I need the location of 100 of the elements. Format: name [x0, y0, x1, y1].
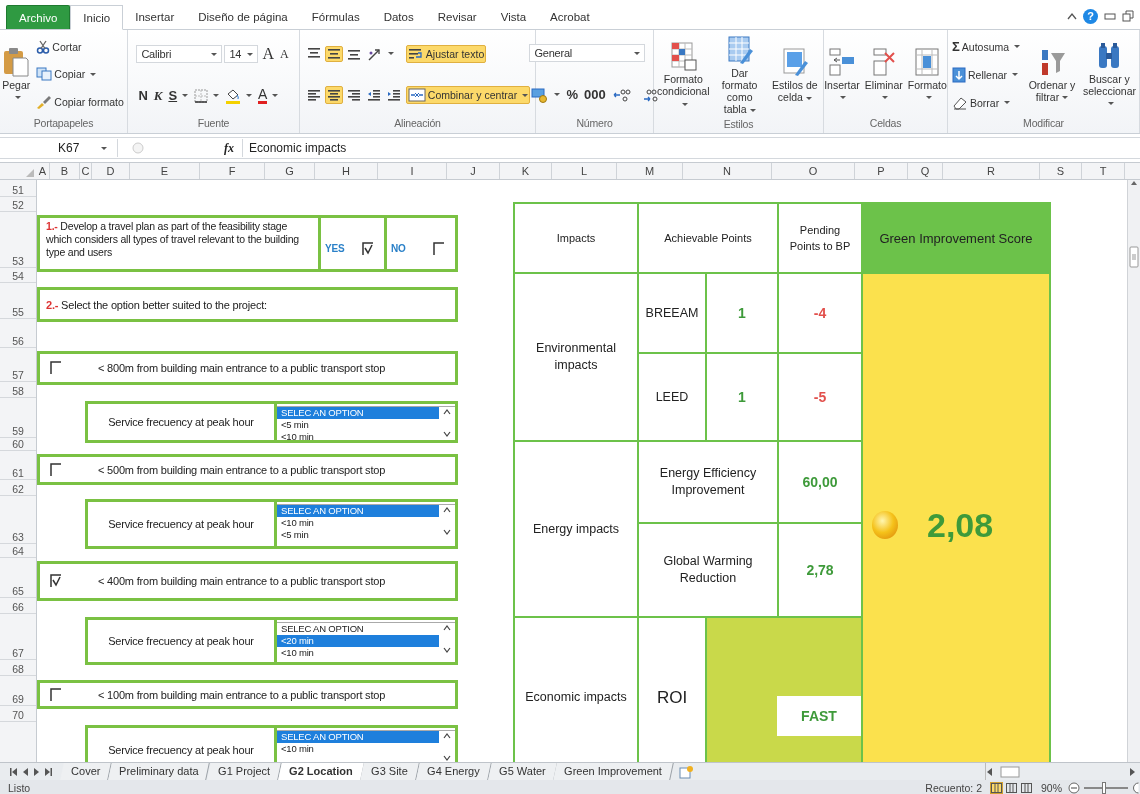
font-color-button[interactable]: A: [256, 85, 281, 106]
ribbon-tab[interactable]: Vista: [488, 5, 539, 29]
sheet-tab[interactable]: G5 Water: [487, 763, 558, 780]
toolbar-button[interactable]: Ajustar texto: [405, 44, 487, 63]
column-header[interactable]: F: [200, 163, 265, 179]
column-header[interactable]: R: [943, 163, 1040, 179]
underline-button[interactable]: S: [166, 86, 191, 106]
row-header[interactable]: 52: [12, 200, 24, 211]
dropdown-field[interactable]: 14: [224, 45, 259, 64]
column-header[interactable]: T: [1082, 163, 1125, 179]
sheet-tab[interactable]: G3 Site: [360, 763, 420, 780]
ribbon-button[interactable]: Copiar: [34, 65, 99, 84]
name-box[interactable]: K67: [0, 139, 118, 157]
ribbon-button[interactable]: Cortar: [34, 37, 84, 56]
sheet-tab[interactable]: G2 Location: [278, 763, 365, 780]
row-header[interactable]: 55: [12, 307, 24, 318]
row-header[interactable]: 59: [12, 426, 24, 437]
sheet-tab[interactable]: Green Improvement: [553, 763, 674, 780]
sheet-tab[interactable]: Cover: [60, 763, 113, 780]
row-header[interactable]: 69: [12, 694, 24, 705]
list-box[interactable]: SELEC AN OPTION <5 min <10 min: [277, 406, 455, 440]
column-header[interactable]: Q: [908, 163, 943, 179]
list-item[interactable]: <5 min: [277, 529, 439, 541]
ribbon-tab[interactable]: Insertar: [123, 5, 187, 29]
column-header[interactable]: I: [378, 163, 447, 179]
ribbon-tab[interactable]: Revisar: [425, 5, 489, 29]
list-item[interactable]: <20 min: [277, 635, 439, 647]
column-header[interactable]: B: [50, 163, 80, 179]
toolbar-button[interactable]: Combinar y centrar: [405, 86, 531, 105]
row-header[interactable]: 56: [12, 336, 24, 347]
ribbon-button[interactable]: Pegar: [1, 45, 32, 104]
formula-field[interactable]: Economic impacts: [242, 139, 1140, 157]
bold-button[interactable]: N: [136, 86, 150, 106]
ribbon-tab[interactable]: Archivo: [6, 5, 71, 29]
ribbon-button[interactable]: Copiar formato: [34, 93, 126, 112]
row-header[interactable]: 60: [12, 439, 24, 450]
column-header[interactable]: M: [617, 163, 683, 179]
list-box[interactable]: SELEC AN OPTION <10 min: [277, 730, 455, 762]
ribbon-button[interactable]: Ordenar y filtrar: [1025, 45, 1079, 104]
row-header[interactable]: 64: [12, 546, 24, 557]
ribbon-tab[interactable]: Fórmulas: [299, 5, 372, 29]
sheet-tab[interactable]: G1 Project: [207, 763, 282, 780]
row-header[interactable]: 67: [12, 648, 24, 659]
column-header[interactable]: P: [855, 163, 908, 179]
list-item[interactable]: <10 min: [277, 647, 439, 659]
italic-button[interactable]: K: [151, 85, 165, 106]
column-header[interactable]: N: [683, 163, 772, 179]
column-header[interactable]: A: [36, 163, 50, 179]
list-item[interactable]: <10 min: [277, 431, 439, 443]
row-header[interactable]: 58: [12, 386, 24, 397]
column-header[interactable]: C: [80, 163, 92, 179]
column-header[interactable]: O: [772, 163, 855, 179]
row-header[interactable]: 66: [12, 602, 24, 613]
ribbon-button[interactable]: ΣAutosuma: [950, 37, 1023, 57]
ribbon-tab[interactable]: Diseño de página: [186, 5, 300, 29]
grow-font-button[interactable]: A: [260, 43, 276, 66]
row-header[interactable]: 63: [12, 532, 24, 543]
column-header[interactable]: S: [1040, 163, 1082, 179]
ribbon-button[interactable]: Borrar: [950, 93, 1013, 112]
ribbon-button[interactable]: Formato condicional: [656, 40, 711, 110]
list-item[interactable]: SELEC AN OPTION: [277, 407, 439, 419]
list-item[interactable]: <10 min: [277, 517, 439, 529]
ribbon-tab[interactable]: Acrobat: [538, 5, 602, 29]
ribbon-button[interactable]: Formato: [906, 45, 948, 104]
column-header[interactable]: K: [500, 163, 552, 179]
row-header[interactable]: 65: [12, 586, 24, 597]
row-header[interactable]: 51: [12, 185, 24, 196]
sheet-tab[interactable]: Preliminary data: [108, 763, 211, 780]
dropdown-field[interactable]: Calibri: [136, 45, 223, 64]
row-header[interactable]: 54: [12, 271, 24, 282]
column-header[interactable]: E: [130, 163, 200, 179]
column-header[interactable]: G: [265, 163, 315, 179]
list-item[interactable]: SELEC AN OPTION: [277, 505, 439, 517]
row-header[interactable]: 53: [12, 256, 24, 267]
row-header[interactable]: 61: [12, 468, 24, 479]
sheet-tab[interactable]: G4 Energy: [416, 763, 492, 780]
number-format-button[interactable]: 000: [581, 85, 608, 105]
list-item[interactable]: SELEC AN OPTION: [277, 623, 439, 635]
row-header[interactable]: 68: [12, 664, 24, 675]
ribbon-tab[interactable]: Datos: [371, 5, 426, 29]
row-header[interactable]: 62: [12, 484, 24, 495]
ribbon-tab[interactable]: Inicio: [70, 5, 124, 30]
ribbon-button[interactable]: Dar formato como tabla: [713, 34, 766, 116]
dropdown-field[interactable]: General: [529, 44, 646, 63]
column-header[interactable]: L: [552, 163, 617, 179]
insert-function-button[interactable]: fx: [224, 140, 234, 156]
column-header[interactable]: D: [92, 163, 130, 179]
list-item[interactable]: <5 min: [277, 419, 439, 431]
row-header[interactable]: 70: [12, 710, 24, 721]
shrink-font-button[interactable]: A: [277, 44, 291, 64]
ribbon-button[interactable]: Buscar y seleccionar: [1081, 39, 1137, 110]
help-button[interactable]: ?: [1083, 8, 1098, 24]
row-header[interactable]: 57: [12, 370, 24, 381]
list-item[interactable]: <10 min: [277, 743, 439, 755]
column-header[interactable]: J: [447, 163, 500, 179]
list-item[interactable]: SELEC AN OPTION: [277, 731, 439, 743]
number-format-button[interactable]: %: [564, 85, 580, 105]
column-header[interactable]: H: [315, 163, 378, 179]
ribbon-button[interactable]: Eliminar: [863, 45, 904, 104]
ribbon-button[interactable]: Rellenar: [950, 65, 1021, 85]
